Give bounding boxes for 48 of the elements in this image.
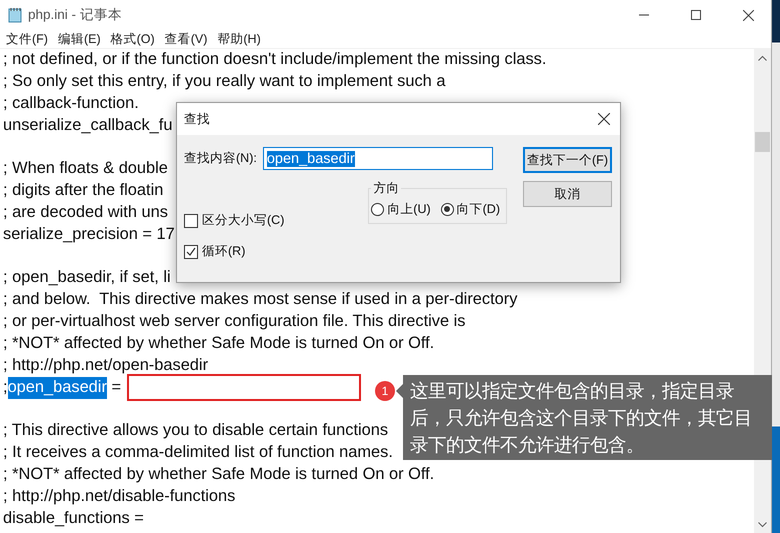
- dialog-button[interactable]: 取消: [523, 181, 612, 207]
- code-line: ; http://php.net/open-basedir: [3, 354, 208, 376]
- dialog-title: 查找: [184, 110, 210, 128]
- code-line: ; So only set this entry, if you really want to implement such a: [3, 70, 446, 92]
- code-text: ;: [3, 376, 8, 398]
- annotation-tooltip: 这里可以指定文件包含的目录，指定目录后，只允许包含这个目录下的文件，其它目录下的文件不允许进行包含。: [403, 375, 772, 460]
- checkbox[interactable]: [184, 244, 198, 258]
- group-label: 方向: [372, 180, 400, 197]
- close-icon[interactable]: [742, 10, 754, 20]
- radio-label: 向上(U): [387, 200, 431, 218]
- close-icon[interactable]: [598, 113, 610, 125]
- maximize-icon[interactable]: [691, 10, 701, 20]
- menu-item[interactable]: 格式(O): [106, 30, 161, 48]
- code-text: =: [110, 376, 122, 398]
- selected-text: open_basedir: [8, 376, 107, 398]
- scroll-thumb[interactable]: [755, 132, 770, 152]
- code-line: disable_functions =: [3, 508, 144, 529]
- checkbox-label: 循环(R): [202, 243, 246, 260]
- code-line: ; *NOT* affected by whether Safe Mode is turned On or Off.: [3, 332, 434, 354]
- checkbox-label: 区分大小写(C): [202, 212, 284, 229]
- code-line: ; or per-virtualhost web server configuration file. This directive is: [3, 311, 466, 332]
- checkbox[interactable]: [184, 214, 198, 228]
- radio-label: 向下(D): [456, 200, 500, 218]
- code-line: ; digits after the floatin: [3, 180, 164, 202]
- code-line: ; not defined, or if the function doesn't include/implement the missing class.: [3, 49, 546, 70]
- menu-item[interactable]: 编辑(E): [54, 30, 107, 48]
- code-line: unserialize_callback_fu: [3, 114, 172, 136]
- radio-button[interactable]: [440, 202, 454, 216]
- find-field[interactable]: open_basedir: [262, 147, 493, 170]
- menu-item[interactable]: 帮助(H): [213, 30, 267, 48]
- code-line: ; It receives a comma-delimited list of function names.: [3, 442, 393, 464]
- code-line: ; are decoded with uns: [3, 202, 168, 223]
- code-line: ; When floats & double: [3, 158, 168, 180]
- code-line: ; and below. This directive makes most sense if used in a per-directory: [3, 289, 518, 310]
- callout-pointer: [396, 384, 403, 398]
- window-title: php.ini - 记事本: [28, 6, 123, 24]
- radio-button[interactable]: [371, 202, 384, 216]
- notepad-icon: [8, 7, 22, 23]
- menu-item[interactable]: 查看(V): [160, 30, 214, 48]
- code-line: ; callback-function.: [3, 92, 139, 114]
- code-line: ; *NOT* affected by whether Safe Mode is turned On or Off.: [3, 464, 434, 486]
- code-line: ; http://php.net/disable-functions: [3, 486, 236, 507]
- code-line: serialize_precision = 17: [3, 224, 175, 245]
- code-line: ; open_basedir, if set, li: [3, 267, 171, 288]
- field-label: 查找内容(N):: [184, 150, 257, 167]
- menu-item[interactable]: 文件(F): [2, 30, 54, 48]
- dialog-button[interactable]: 查找下一个(F): [523, 147, 612, 173]
- code-line: ; This directive allows you to disable certain functions: [3, 420, 388, 442]
